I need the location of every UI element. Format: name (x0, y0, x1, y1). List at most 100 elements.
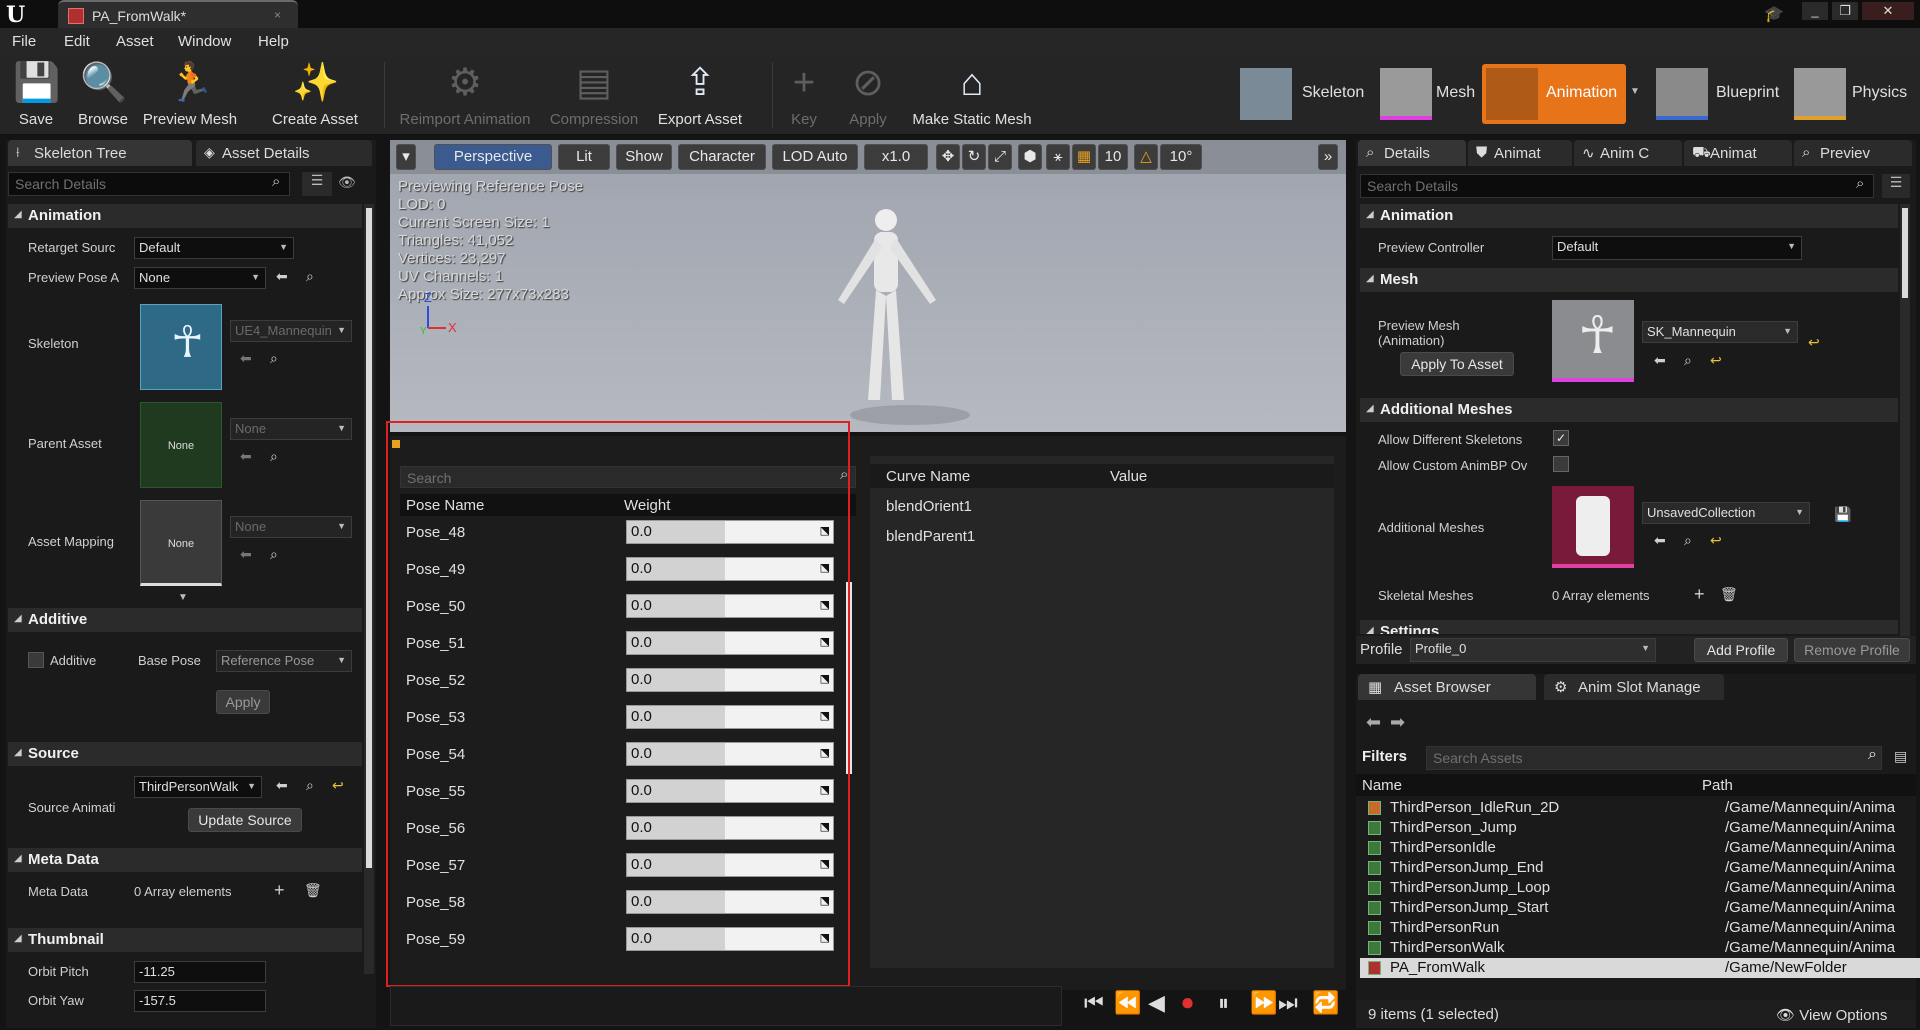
asset-row[interactable]: ThirdPersonRun/Game/Mannequin/Anima (1360, 918, 1920, 938)
loop-icon[interactable]: 🔁 (1312, 990, 1339, 1016)
tab-asset-details[interactable]: ◈ Asset Details (196, 140, 372, 166)
apply-button[interactable]: ⊘ Apply (840, 60, 896, 130)
asset-path-header[interactable]: Path (1702, 777, 1733, 794)
right-search-input[interactable]: Search Details (1360, 174, 1874, 198)
tab-asset-browser[interactable]: ▦ Asset Browser (1358, 674, 1536, 700)
rotation-snap-icon[interactable]: △ (1134, 144, 1158, 170)
back-arrow-icon[interactable]: ⬅ (1366, 712, 1381, 733)
section-settings[interactable]: Settings (1360, 620, 1898, 634)
details-search-input[interactable]: Search Details (8, 172, 290, 196)
playback-speed-button[interactable]: x1.0 (864, 144, 928, 170)
property-matrix-icon[interactable]: ☰ (302, 172, 332, 196)
tab-animation[interactable]: ⛟ Animat (1684, 140, 1792, 166)
surface-snap-icon[interactable]: ⚹ (1046, 144, 1070, 170)
parent-asset-combo[interactable]: None (230, 418, 352, 440)
asset-list-settings-icon[interactable]: ▤ (1894, 748, 1907, 765)
step-back-icon[interactable]: ⏪ (1114, 990, 1141, 1016)
world-local-icon[interactable]: ⬢ (1018, 144, 1042, 170)
update-source-button[interactable]: Update Source (188, 808, 302, 832)
asset-row[interactable]: ThirdPersonJump_Loop/Game/Mannequin/Anim… (1360, 878, 1920, 898)
asset-row[interactable]: ThirdPersonJump_End/Game/Mannequin/Anima (1360, 858, 1920, 878)
skeleton-use-arrow-icon[interactable]: ⬅ (240, 350, 252, 367)
pause-icon[interactable]: ⏸ (1218, 990, 1229, 1016)
perspective-button[interactable]: Perspective (434, 144, 552, 170)
skeleton-browse-icon[interactable]: ⌕ (270, 350, 278, 367)
section-meta-data[interactable]: Meta Data (8, 848, 362, 872)
source-use-arrow-icon[interactable]: ⬅ (276, 777, 288, 794)
mode-mesh[interactable]: Mesh (1376, 64, 1482, 124)
record-icon[interactable]: ⏺ (1182, 990, 1193, 1016)
maximize-button[interactable]: ❐ (1832, 2, 1858, 20)
source-reset-icon[interactable]: ↩ (332, 777, 344, 794)
curve-name-header[interactable]: Curve Name (886, 468, 970, 485)
allow-different-skeletons-checkbox[interactable]: ✓ (1553, 430, 1569, 446)
retarget-source-combo[interactable]: Default (134, 237, 294, 259)
menu-window[interactable]: Window (178, 33, 231, 50)
preview-mesh-thumbnail[interactable]: ☥ (1552, 300, 1634, 382)
skeleton-thumbnail[interactable]: ☥ (140, 304, 222, 390)
view-options-button[interactable]: 👁 View Options (1776, 1006, 1887, 1024)
grid-size-button[interactable]: 10 (1098, 144, 1128, 170)
learn-icon[interactable]: 🎓 (1764, 4, 1784, 23)
timeline-bar[interactable] (390, 986, 1062, 1026)
asset-row[interactable]: ThirdPersonIdle/Game/Mannequin/Anima (1360, 838, 1920, 858)
mode-physics[interactable]: Physics (1790, 64, 1920, 124)
create-asset-button[interactable]: ✨ Create Asset (268, 60, 362, 130)
mode-skeleton[interactable]: Skeleton (1236, 64, 1376, 124)
view-options-eye-icon[interactable]: 👁 (338, 174, 356, 191)
section-additional-meshes[interactable]: Additional Meshes (1360, 398, 1898, 422)
to-end-icon[interactable]: ⏭ (1278, 990, 1298, 1016)
orbit-yaw-input[interactable]: -157.5 (134, 990, 266, 1012)
menu-help[interactable]: Help (258, 33, 289, 50)
details-scrollbar[interactable] (364, 204, 374, 974)
mapping-browse-icon[interactable]: ⌕ (270, 546, 278, 563)
mapping-use-arrow-icon[interactable]: ⬅ (240, 546, 252, 563)
section-animation[interactable]: Animation (8, 204, 362, 228)
orbit-pitch-input[interactable]: -11.25 (134, 961, 266, 983)
translate-icon[interactable]: ✥ (936, 144, 960, 170)
reimport-animation-button[interactable]: ⚙ Reimport Animation (390, 60, 540, 130)
animation-mode-dropdown-icon[interactable]: ▼ (1630, 86, 1640, 97)
additional-browse-icon[interactable]: ⌕ (1684, 532, 1692, 549)
apply-to-asset-button[interactable]: Apply To Asset (1400, 352, 1514, 376)
right-scrollbar-thumb[interactable] (1902, 208, 1908, 298)
base-pose-combo[interactable]: Reference Pose (216, 650, 352, 672)
source-browse-icon[interactable]: ⌕ (306, 777, 314, 794)
asset-row[interactable]: ThirdPersonJump_Start/Game/Mannequin/Ani… (1360, 898, 1920, 918)
close-tab-icon[interactable]: × (274, 8, 281, 22)
menu-asset[interactable]: Asset (116, 33, 154, 50)
preview-pose-combo[interactable]: None (134, 267, 266, 289)
curve-row[interactable]: blendParent1 (886, 528, 975, 545)
mode-blueprint[interactable]: Blueprint (1652, 64, 1790, 124)
mode-animation[interactable]: Animation (1482, 64, 1626, 124)
advanced-expand-icon[interactable]: ▼ (178, 592, 188, 603)
filters-button[interactable]: Filters (1362, 748, 1407, 765)
tab-preview[interactable]: ⌕ Previev (1794, 140, 1912, 166)
browse-asset-icon[interactable]: ⌕ (306, 268, 314, 285)
additional-reset-icon[interactable]: ↩ (1710, 532, 1722, 549)
character-button[interactable]: Character (678, 144, 766, 170)
right-scrollbar[interactable] (1900, 204, 1910, 644)
save-button[interactable]: 💾 Save (6, 60, 66, 130)
parent-use-arrow-icon[interactable]: ⬅ (240, 448, 252, 465)
viewport[interactable]: ▾ Perspective Lit Show Character LOD Aut… (390, 140, 1346, 432)
viewport-expand-icon[interactable]: » (1318, 144, 1338, 170)
additive-checkbox[interactable] (28, 652, 44, 668)
preview-mesh-button[interactable]: 🏃 Preview Mesh (140, 60, 240, 130)
tab-anim-blueprint[interactable]: ⛊ Animat (1468, 140, 1572, 166)
to-start-icon[interactable]: ⏮ (1084, 990, 1104, 1016)
add-profile-button[interactable]: Add Profile (1694, 638, 1788, 662)
section-thumbnail[interactable]: Thumbnail (8, 928, 362, 952)
parent-browse-icon[interactable]: ⌕ (270, 448, 278, 465)
section-right-animation[interactable]: Animation (1360, 204, 1898, 228)
asset-row[interactable]: ThirdPersonWalk/Game/Mannequin/Anima (1360, 938, 1920, 958)
rotate-icon[interactable]: ↻ (962, 144, 986, 170)
menu-file[interactable]: File (12, 33, 36, 50)
save-collection-icon[interactable]: 💾 (1834, 506, 1851, 523)
tab-details[interactable]: ⌕ Details (1358, 140, 1466, 166)
section-additive[interactable]: Additive (8, 608, 362, 632)
asset-search-input[interactable]: Search Assets (1426, 746, 1882, 770)
asset-mapping-thumbnail[interactable]: None (140, 500, 222, 586)
rotation-snap-size-button[interactable]: 10° (1160, 144, 1202, 170)
additional-meshes-thumbnail[interactable] (1552, 486, 1634, 568)
